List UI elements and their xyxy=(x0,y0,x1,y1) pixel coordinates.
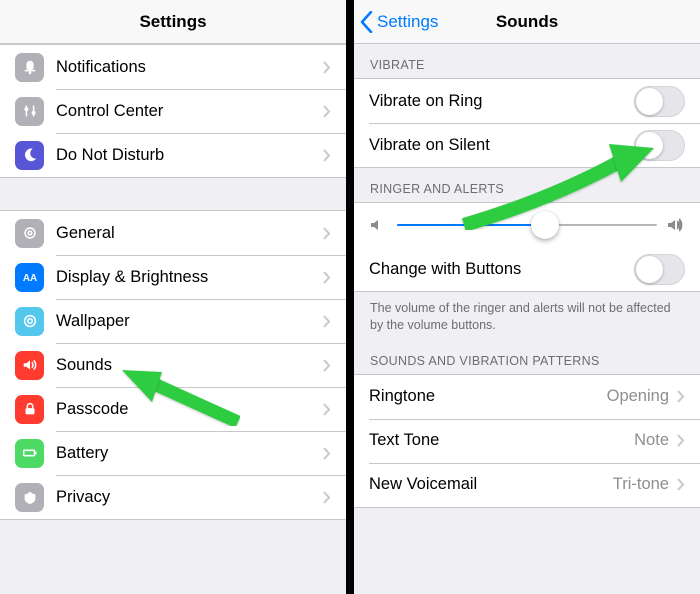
chevron-right-icon xyxy=(323,447,331,460)
sounds-screen: Settings Sounds VIBRATE Vibrate on Ring … xyxy=(354,0,700,594)
back-button[interactable]: Settings xyxy=(360,0,438,44)
volume-slider[interactable] xyxy=(397,211,657,239)
toggle-vibrate-on-silent[interactable] xyxy=(634,130,685,161)
chevron-right-icon xyxy=(677,478,685,491)
settings-row-battery[interactable]: Battery xyxy=(0,431,346,475)
chevron-right-icon xyxy=(677,390,685,403)
chevron-right-icon xyxy=(323,227,331,240)
speaker-low-icon xyxy=(369,216,387,234)
chevron-right-icon xyxy=(323,149,331,162)
chevron-right-icon xyxy=(323,105,331,118)
settings-row-sounds[interactable]: Sounds xyxy=(0,343,346,387)
row-text-tone[interactable]: Text Tone Note xyxy=(354,419,700,463)
control-center-icon xyxy=(15,97,44,126)
chevron-right-icon xyxy=(323,403,331,416)
settings-group-2: General AA Display & Brightness Wallpape… xyxy=(0,210,346,520)
settings-root-screen: Settings Notifications Control Center Do… xyxy=(0,0,346,594)
row-new-voicemail[interactable]: New Voicemail Tri-tone xyxy=(354,463,700,507)
row-change-with-buttons[interactable]: Change with Buttons xyxy=(354,247,700,291)
display-icon: AA xyxy=(15,263,44,292)
chevron-right-icon xyxy=(323,491,331,504)
back-label: Settings xyxy=(377,12,438,32)
navbar: Settings Sounds xyxy=(354,0,700,44)
settings-row-passcode[interactable]: Passcode xyxy=(0,387,346,431)
privacy-icon xyxy=(15,483,44,512)
row-label: Text Tone xyxy=(369,431,634,450)
page-title: Settings xyxy=(139,12,206,32)
vibrate-group: Vibrate on Ring Vibrate on Silent xyxy=(354,78,700,168)
navbar: Settings xyxy=(0,0,346,44)
row-label: Control Center xyxy=(56,102,323,121)
settings-row-general[interactable]: General xyxy=(0,211,346,255)
screens-divider xyxy=(346,0,354,594)
gear-icon xyxy=(15,219,44,248)
row-label: Privacy xyxy=(56,488,323,507)
row-label: Vibrate on Ring xyxy=(369,92,634,111)
settings-row-wallpaper[interactable]: Wallpaper xyxy=(0,299,346,343)
page-title: Sounds xyxy=(496,12,558,32)
toggle-change-with-buttons[interactable] xyxy=(634,254,685,285)
svg-text:AA: AA xyxy=(22,273,36,284)
chevron-right-icon xyxy=(323,61,331,74)
row-volume-slider[interactable] xyxy=(354,203,700,247)
chevron-left-icon xyxy=(360,11,373,33)
section-header-patterns: SOUNDS AND VIBRATION PATTERNS xyxy=(354,348,700,374)
lock-icon xyxy=(15,395,44,424)
row-label: Display & Brightness xyxy=(56,268,323,287)
chevron-right-icon xyxy=(677,434,685,447)
wallpaper-icon xyxy=(15,307,44,336)
ringer-group: Change with Buttons xyxy=(354,202,700,292)
patterns-group: Ringtone Opening Text Tone Note New Voic… xyxy=(354,374,700,508)
chevron-right-icon xyxy=(323,359,331,372)
settings-row-notifications[interactable]: Notifications xyxy=(0,45,346,89)
row-label: Passcode xyxy=(56,400,323,419)
row-value: Opening xyxy=(607,387,669,406)
row-label: Notifications xyxy=(56,58,323,77)
row-label: Vibrate on Silent xyxy=(369,136,634,155)
section-header-ringer: RINGER AND ALERTS xyxy=(354,168,700,202)
sounds-icon xyxy=(15,351,44,380)
notifications-icon xyxy=(15,53,44,82)
settings-row-privacy[interactable]: Privacy xyxy=(0,475,346,519)
chevron-right-icon xyxy=(323,315,331,328)
settings-row-control-center[interactable]: Control Center xyxy=(0,89,346,133)
speaker-high-icon xyxy=(667,216,685,234)
row-ringtone[interactable]: Ringtone Opening xyxy=(354,375,700,419)
ringer-footer-note: The volume of the ringer and alerts will… xyxy=(354,292,700,348)
toggle-vibrate-on-ring[interactable] xyxy=(634,86,685,117)
row-label: Ringtone xyxy=(369,387,607,406)
section-header-vibrate: VIBRATE xyxy=(354,44,700,78)
dnd-icon xyxy=(15,141,44,170)
row-vibrate-on-ring[interactable]: Vibrate on Ring xyxy=(354,79,700,123)
settings-group-1: Notifications Control Center Do Not Dist… xyxy=(0,45,346,178)
row-value: Tri-tone xyxy=(613,475,669,494)
row-label: Change with Buttons xyxy=(369,260,634,279)
chevron-right-icon xyxy=(323,271,331,284)
row-label: Wallpaper xyxy=(56,312,323,331)
row-label: Do Not Disturb xyxy=(56,146,323,165)
row-label: Battery xyxy=(56,444,323,463)
settings-row-dnd[interactable]: Do Not Disturb xyxy=(0,133,346,177)
row-label: General xyxy=(56,224,323,243)
battery-icon xyxy=(15,439,44,468)
settings-row-display[interactable]: AA Display & Brightness xyxy=(0,255,346,299)
row-label: Sounds xyxy=(56,356,323,375)
row-label: New Voicemail xyxy=(369,475,613,494)
row-vibrate-on-silent[interactable]: Vibrate on Silent xyxy=(354,123,700,167)
row-value: Note xyxy=(634,431,669,450)
